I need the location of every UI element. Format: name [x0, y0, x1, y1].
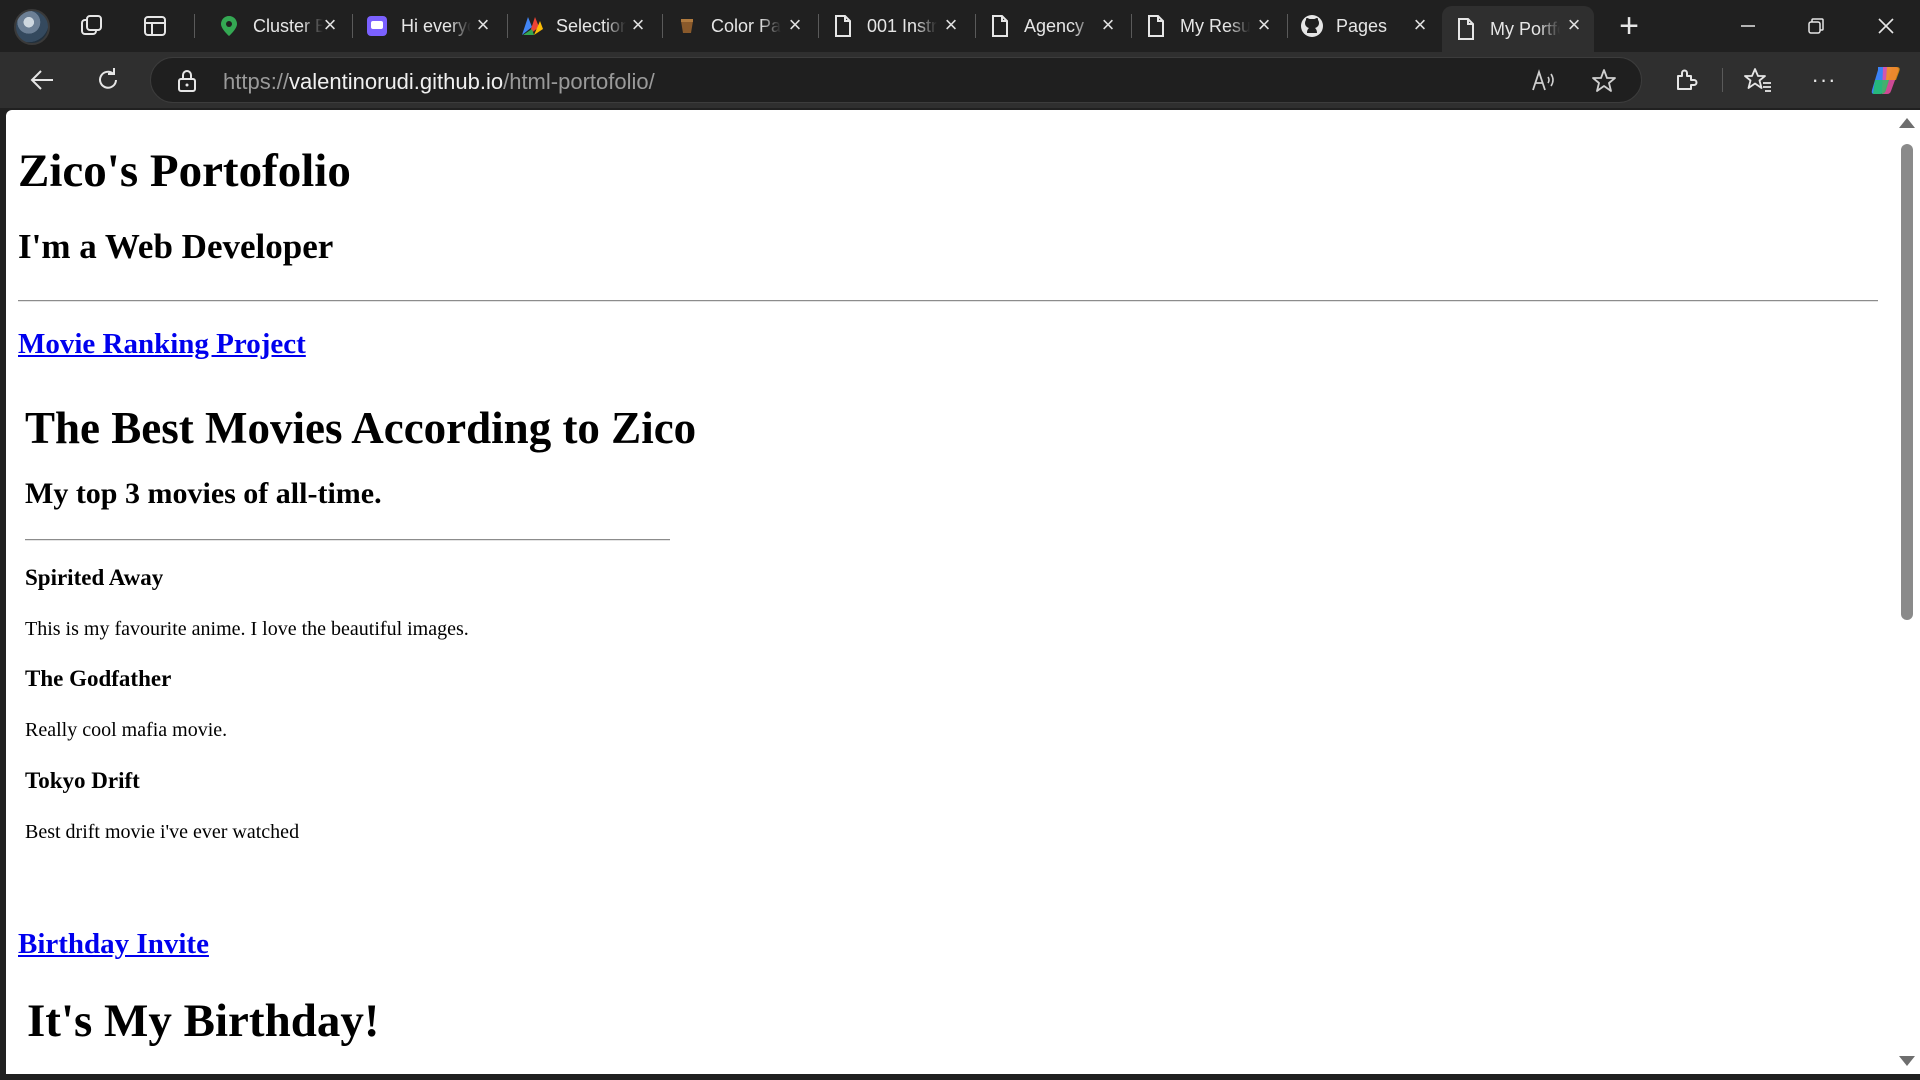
- close-icon[interactable]: ×: [785, 14, 805, 36]
- page-viewport: Zico's Portofolio I'm a Web Developer Mo…: [6, 110, 1892, 1074]
- vertical-scrollbar[interactable]: [1892, 110, 1920, 1074]
- new-tab-icon[interactable]: +: [1614, 7, 1644, 45]
- movie-title: Tokyo Drift: [25, 768, 140, 793]
- tab-color-palette[interactable]: Color Palette ×: [663, 6, 815, 46]
- page-icon: [1454, 17, 1478, 41]
- url-text[interactable]: https://valentinorudi.github.io/html-por…: [223, 69, 655, 95]
- extensions-icon[interactable]: [1666, 60, 1706, 100]
- close-icon[interactable]: ×: [1564, 14, 1584, 36]
- birthday-heading: It's My Birthday!: [27, 995, 380, 1047]
- tab-selection[interactable]: Selection ×: [508, 6, 658, 46]
- tab-title: Selection: [556, 15, 626, 36]
- page-icon: [1144, 14, 1168, 38]
- tab-instructions[interactable]: 001 Instructions ×: [819, 6, 971, 46]
- map-pin-icon: [217, 14, 241, 38]
- back-icon[interactable]: [22, 60, 62, 100]
- tab-pages[interactable]: Pages ×: [1288, 6, 1440, 46]
- cup-icon: [675, 14, 699, 38]
- tab-title: Agency: [1024, 15, 1085, 36]
- movie-ranking-link[interactable]: Movie Ranking Project: [18, 328, 306, 361]
- address-toolbar: https://valentinorudi.github.io/html-por…: [0, 52, 1920, 108]
- close-icon[interactable]: ×: [1254, 14, 1274, 36]
- close-icon[interactable]: ×: [473, 14, 493, 36]
- favorite-star-icon[interactable]: [1591, 68, 1617, 99]
- tab-actions-icon[interactable]: [140, 12, 170, 40]
- close-icon[interactable]: ×: [320, 14, 340, 36]
- movies-divider: [25, 539, 670, 541]
- tab-title: 001 Instructions: [867, 15, 937, 36]
- scroll-up-arrow-icon[interactable]: [1899, 118, 1915, 128]
- restore-icon[interactable]: [1782, 0, 1850, 52]
- puzzle-icon: [520, 14, 544, 38]
- tab-title: Color Palette: [711, 15, 781, 36]
- page-icon: [988, 14, 1012, 38]
- tab-title: Hi everyone: [401, 15, 471, 36]
- tab-agency[interactable]: Agency ×: [976, 6, 1128, 46]
- close-window-icon[interactable]: [1852, 0, 1920, 52]
- birthday-invite-link[interactable]: Birthday Invite: [18, 928, 209, 961]
- tab-divider: [194, 14, 195, 38]
- read-aloud-icon[interactable]: [1531, 69, 1557, 98]
- page-icon: [831, 14, 855, 38]
- favorites-icon[interactable]: [1738, 60, 1778, 100]
- tab-title: My Portfolio: [1490, 18, 1560, 39]
- tab-title: Cluster B: [253, 15, 323, 36]
- workspaces-icon[interactable]: [77, 12, 107, 40]
- close-icon[interactable]: ×: [1098, 14, 1118, 36]
- tab-hi-everyone[interactable]: Hi everyone ×: [353, 6, 503, 46]
- movie-description: Best drift movie i've ever watched: [25, 821, 300, 843]
- close-icon[interactable]: ×: [1410, 14, 1430, 36]
- profile-avatar[interactable]: [14, 9, 50, 45]
- tab-my-resume[interactable]: My Resume ×: [1132, 6, 1284, 46]
- scrollbar-thumb[interactable]: [1901, 144, 1913, 620]
- chat-icon: [365, 14, 389, 38]
- github-icon: [1300, 14, 1324, 38]
- minimize-icon[interactable]: [1714, 0, 1782, 52]
- movie-title: Spirited Away: [25, 565, 164, 590]
- page-title: Zico's Portofolio: [18, 145, 351, 197]
- movie-description: This is my favourite anime. I love the b…: [25, 618, 469, 640]
- movies-heading: The Best Movies According to Zico: [25, 403, 697, 453]
- toolbar-divider: [1722, 68, 1723, 92]
- close-icon[interactable]: ×: [941, 14, 961, 36]
- tab-bar: Cluster B × Hi everyone × Selection × Co…: [0, 0, 1920, 52]
- close-icon[interactable]: ×: [628, 14, 648, 36]
- lock-icon[interactable]: [177, 69, 197, 98]
- scroll-down-arrow-icon[interactable]: [1899, 1056, 1915, 1066]
- tab-my-portfolio[interactable]: My Portfolio ×: [1442, 6, 1594, 52]
- movie-title: The Godfather: [25, 666, 172, 691]
- tab-title: My Resume: [1180, 15, 1250, 36]
- movies-subheading: My top 3 movies of all-time.: [25, 477, 382, 510]
- divider: [18, 300, 1878, 302]
- refresh-icon[interactable]: [88, 60, 128, 100]
- more-options-icon[interactable]: ···: [1804, 60, 1844, 100]
- page-subtitle: I'm a Web Developer: [18, 227, 334, 266]
- copilot-icon[interactable]: [1866, 60, 1906, 100]
- tab-cluster[interactable]: Cluster B ×: [205, 6, 350, 46]
- movie-description: Really cool mafia movie.: [25, 719, 228, 741]
- address-bar[interactable]: https://valentinorudi.github.io/html-por…: [150, 57, 1642, 103]
- tab-title: Pages: [1336, 15, 1388, 36]
